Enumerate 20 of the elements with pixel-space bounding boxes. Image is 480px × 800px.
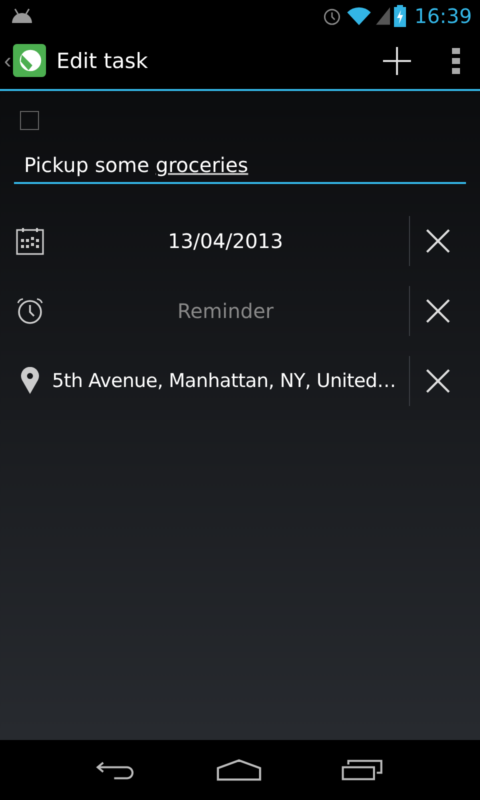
up-button[interactable]: ‹ (0, 44, 46, 77)
field-placeholder[interactable]: Reminder (44, 299, 407, 323)
recent-apps-button[interactable] (341, 759, 386, 781)
wifi-icon (346, 6, 372, 26)
battery-icon (394, 5, 406, 27)
signal-icon (376, 6, 390, 26)
add-button[interactable] (382, 46, 412, 76)
done-checkbox[interactable] (20, 111, 39, 130)
field-value[interactable]: 5th Avenue, Manhattan, NY, United… (52, 370, 407, 392)
alarm-clock-icon (16, 297, 44, 325)
field-value[interactable]: 13/04/2013 (44, 229, 407, 253)
home-button[interactable] (216, 758, 262, 782)
screen-title: Edit task (56, 48, 148, 72)
task-title-field[interactable]: Pickup some groceries (14, 152, 466, 184)
app-logo-icon (13, 44, 46, 77)
status-time: 16:39 (414, 4, 472, 28)
android-icon (10, 8, 34, 24)
alarm-icon (322, 6, 342, 26)
calendar-icon (16, 227, 44, 255)
overflow-menu-button[interactable] (452, 48, 460, 74)
